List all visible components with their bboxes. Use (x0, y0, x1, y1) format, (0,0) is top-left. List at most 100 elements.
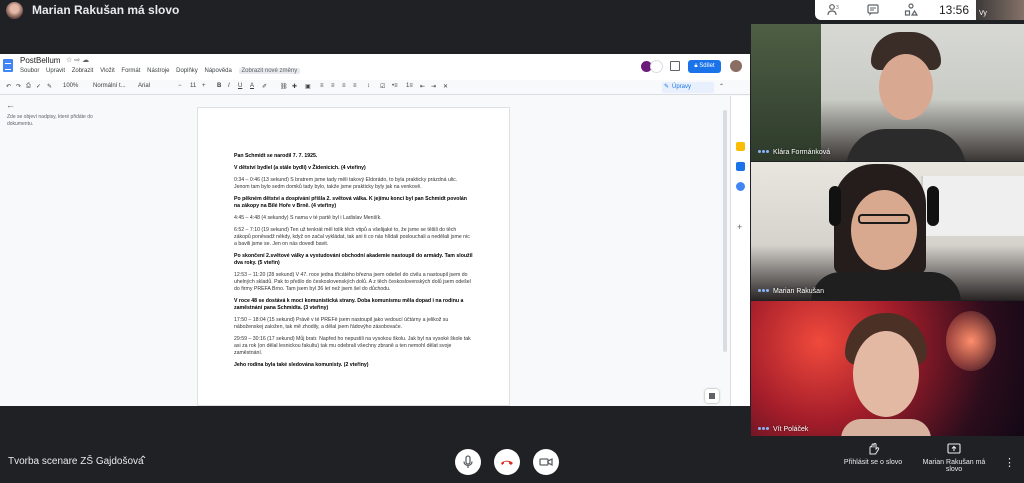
menu-addons[interactable]: Doplňky (176, 68, 198, 74)
editing-mode-select[interactable]: ✎ Úpravy (662, 82, 714, 93)
menu-insert[interactable]: Vložit (100, 68, 115, 74)
line-spacing-icon[interactable]: ↕ (367, 83, 370, 89)
font-size-increase[interactable]: + (202, 83, 206, 89)
comment-add-icon[interactable]: ✚ (292, 83, 297, 90)
menu-help[interactable]: Nápověda (204, 68, 231, 74)
document-paragraph[interactable]: 0:34 – 0:46 (13 sekund) S bratrem jsme t… (234, 177, 474, 191)
document-paragraph[interactable]: 12:53 – 11:20 (28 sekund) V 47. roce jed… (234, 272, 474, 293)
glasses (858, 214, 910, 224)
document-heading-paragraph[interactable]: Po pěkném dětství a dospívání přišla 2. … (234, 196, 474, 210)
participant-face (853, 331, 919, 417)
collaborator-avatar[interactable] (650, 60, 663, 73)
menu-tools[interactable]: Nástroje (147, 68, 169, 74)
align-left-icon[interactable]: ≡ (320, 83, 324, 89)
document-heading-paragraph[interactable]: V dětství bydlel (a stále bydlí) v Židen… (234, 165, 474, 172)
meeting-name[interactable]: Tvorba scenare ZŠ Gajdošova (8, 456, 144, 467)
document-title[interactable]: PostBellum (20, 56, 60, 65)
spellcheck-icon[interactable]: ✓ (36, 83, 41, 90)
participant-tile[interactable]: Vít Poláček (751, 301, 1024, 438)
microphone-icon (463, 455, 473, 468)
italic-button[interactable]: I (228, 83, 230, 89)
style-select[interactable]: Normální t... (93, 83, 126, 89)
chat-icon[interactable] (866, 3, 880, 17)
bold-button[interactable]: B (217, 83, 221, 89)
activities-icon[interactable] (904, 3, 918, 17)
svg-text:3: 3 (836, 5, 839, 11)
document-heading-paragraph[interactable]: Po skončení 2.světové války a vystudován… (234, 253, 474, 267)
document-heading-paragraph[interactable]: V roce 48 se dostává k moci komunistická… (234, 298, 474, 312)
font-size-decrease[interactable]: − (178, 83, 182, 89)
microphone-button[interactable] (455, 449, 481, 475)
zoom-select[interactable]: 100% (63, 83, 78, 89)
print-icon[interactable]: ⎙ (26, 83, 31, 90)
document-page[interactable]: Pan Schmidt se narodil 7. 7. 1925. V děts… (197, 107, 510, 406)
people-icon[interactable]: 3 (827, 3, 841, 17)
docs-logo-icon (3, 59, 13, 72)
keep-icon[interactable] (736, 142, 745, 151)
comment-history-icon[interactable] (670, 61, 680, 71)
document-paragraph[interactable]: 29:59 – 30:16 (17 sekund) Můj bratr. Nap… (234, 336, 474, 357)
image-icon[interactable]: ▣ (305, 83, 311, 90)
last-edit-link[interactable]: Zobrazit nové změny (238, 68, 301, 74)
shared-screen: PostBellum ☆⇨☁ Soubor Upravit Zobrazit V… (0, 54, 750, 406)
highlight-icon[interactable]: ✐ (262, 83, 267, 90)
back-arrow-icon[interactable]: ← (6, 100, 15, 110)
add-addon-icon[interactable]: + (737, 222, 742, 232)
text-color-button[interactable]: A (250, 83, 254, 89)
bulleted-list-icon[interactable]: •≡ (392, 83, 398, 89)
participant-name: Vít Poláček (773, 426, 809, 433)
outline-hint: Zde se objeví nadpisy, které přidáte do … (7, 114, 93, 127)
underline-button[interactable]: U (238, 83, 242, 89)
decrease-indent-icon[interactable]: ⇤ (420, 83, 425, 90)
presenting-label: Marian Rakušan má slovo (922, 459, 986, 473)
share-button[interactable]: 🔒︎ Sdílet (688, 60, 721, 73)
presenter-banner: Marian Rakušan má slovo (32, 3, 180, 17)
editing-mode-label: Úpravy (672, 84, 692, 90)
undo-icon[interactable]: ↶ (6, 83, 11, 90)
menu-format[interactable]: Formát (121, 68, 140, 74)
increase-indent-icon[interactable]: ⇥ (431, 83, 436, 90)
move-icon[interactable]: ⇨ (74, 57, 82, 64)
menu-view[interactable]: Zobrazit (72, 68, 94, 74)
redo-icon[interactable]: ↷ (16, 83, 21, 90)
participant-tile[interactable]: Klára Formánková (751, 24, 1024, 161)
speaking-indicator-icon (758, 150, 769, 153)
more-options-icon[interactable]: ⋮ (1004, 456, 1015, 469)
document-paragraph[interactable]: 4:45 – 4:48 (4 sekundy) S nama v té part… (234, 215, 474, 222)
align-justify-icon[interactable]: ≡ (353, 83, 357, 89)
font-size-value[interactable]: 11 (190, 83, 196, 89)
align-center-icon[interactable]: ≡ (331, 83, 335, 89)
presenting-button[interactable]: Marian Rakušan má slovo (914, 442, 994, 473)
speaking-indicator-icon (758, 427, 769, 430)
tasks-icon[interactable] (736, 162, 745, 171)
clock: 13:56 (939, 3, 970, 17)
calendar-icon[interactable] (736, 182, 745, 191)
collapse-toolbar-icon[interactable]: ⌃ (719, 83, 724, 90)
chevron-up-icon[interactable]: ⌃ (139, 455, 147, 466)
hang-up-button[interactable] (494, 449, 520, 475)
speaking-indicator-icon (758, 289, 769, 292)
background-plant (751, 24, 821, 161)
hang-up-icon (501, 460, 513, 465)
clear-format-icon[interactable]: ✕ (443, 83, 448, 90)
menu-file[interactable]: Soubor (20, 68, 39, 74)
document-heading-paragraph[interactable]: Jeho rodina byla také sledována komunist… (234, 362, 474, 369)
scrollbar[interactable] (723, 110, 727, 352)
raise-hand-button[interactable]: Přihlásit se o slovo (833, 442, 913, 466)
document-paragraph[interactable]: 17:50 – 18:04 (15 sekund) Právě v té PRE… (234, 317, 474, 331)
document-paragraph[interactable]: 6:52 – 7:10 (19 sekund) Ten už tenkrát m… (234, 227, 474, 248)
shoulders (846, 129, 966, 161)
align-right-icon[interactable]: ≡ (342, 83, 346, 89)
link-icon[interactable]: ⛓ (280, 83, 288, 90)
explore-button[interactable] (705, 389, 719, 403)
paint-format-icon[interactable]: ✎ (47, 83, 52, 90)
account-avatar[interactable] (730, 60, 742, 72)
document-heading-paragraph[interactable]: Pan Schmidt se narodil 7. 7. 1925. (234, 153, 474, 160)
document-body[interactable]: Pan Schmidt se narodil 7. 7. 1925. V děts… (234, 153, 474, 374)
checklist-icon[interactable]: ☑ (380, 83, 385, 90)
menu-edit[interactable]: Upravit (46, 68, 65, 74)
font-select[interactable]: Arial (138, 83, 150, 89)
numbered-list-icon[interactable]: 1≡ (406, 83, 413, 89)
participant-tile[interactable]: Marian Rakušan (751, 162, 1024, 300)
camera-button[interactable] (533, 449, 559, 475)
